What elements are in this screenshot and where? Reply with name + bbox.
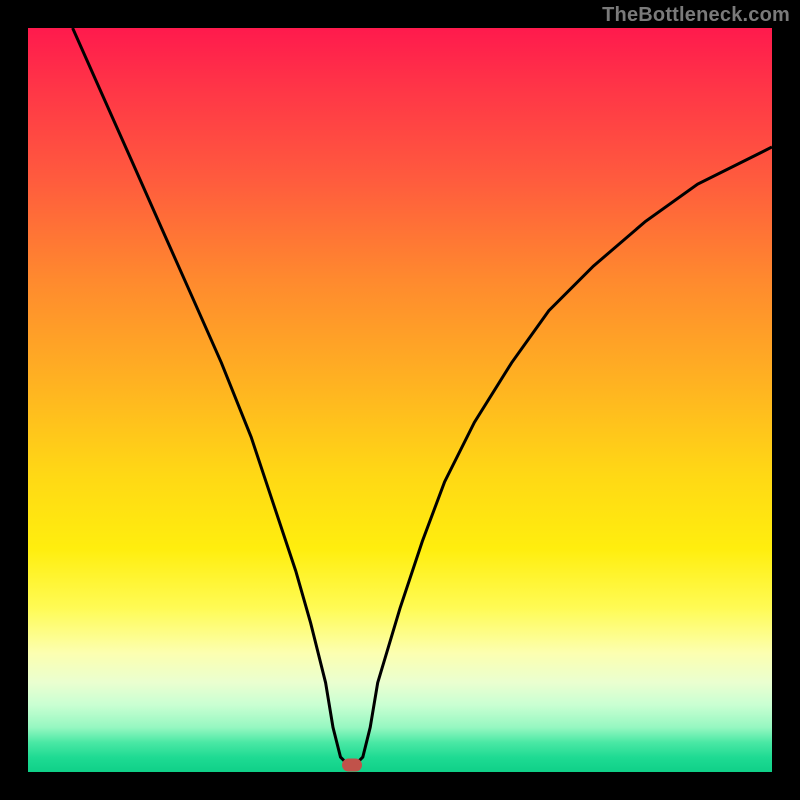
- curve-path: [73, 28, 772, 765]
- plot-area: [28, 28, 772, 772]
- chart-frame: TheBottleneck.com: [0, 0, 800, 800]
- watermark-text: TheBottleneck.com: [602, 4, 790, 27]
- optimal-point-marker: [342, 758, 362, 771]
- bottleneck-curve: [28, 28, 772, 772]
